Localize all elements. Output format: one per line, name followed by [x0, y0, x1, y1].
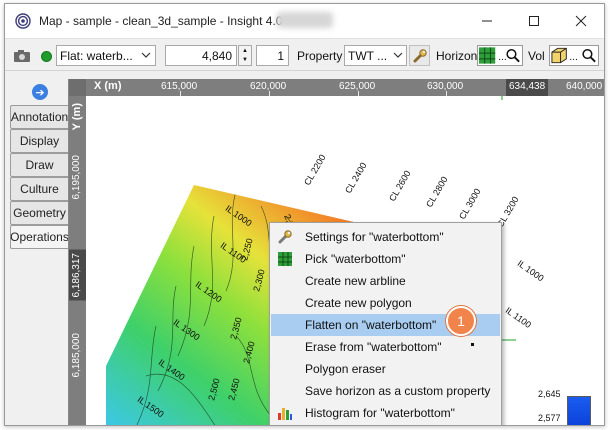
ruler-corner: [69, 79, 86, 96]
tab-annotation[interactable]: Annotation: [10, 105, 68, 129]
property-settings-button[interactable]: [409, 45, 430, 66]
menu-item-label: Flatten on "waterbottom": [305, 318, 437, 332]
crossline-label: CL 2200: [302, 153, 328, 187]
step-number-badge: 1: [446, 306, 476, 336]
property-label: Property: [297, 48, 343, 63]
menu-item-label: Polygon eraser: [305, 362, 386, 376]
inline-label: IL 1000: [516, 258, 546, 283]
close-icon: [575, 15, 587, 27]
y-cursor-readout: 6,186,317: [69, 250, 86, 301]
y-tick-label: 6,185,000: [71, 333, 82, 378]
camera-button[interactable]: [13, 45, 33, 66]
wrench-icon: [413, 48, 427, 62]
step-input[interactable]: 1: [256, 45, 289, 66]
inline-label: IL 1100: [504, 305, 534, 330]
maximize-button[interactable]: [514, 8, 554, 34]
volume-cube-icon: ...: [551, 47, 596, 64]
tab-culture[interactable]: Culture: [10, 177, 68, 201]
x-axis-ruler: X (m) 615,000 620,000 625,000 630,000 63…: [69, 79, 604, 96]
app-logo-icon: [15, 13, 31, 29]
property-dropdown[interactable]: TWT ...: [344, 45, 407, 66]
menu-item-label: Settings for "waterbottom": [305, 230, 444, 244]
chevron-down-icon: [141, 52, 151, 58]
horizon-dropdown-value: Flat: waterb...: [60, 48, 133, 63]
menu-item-polygon-eraser[interactable]: Polygon eraser: [271, 358, 500, 380]
value-input[interactable]: 4,840: [165, 45, 237, 66]
horizon-picker[interactable]: ...: [477, 45, 523, 66]
camera-icon: [14, 49, 30, 62]
tab-operations[interactable]: Operations: [10, 225, 69, 249]
status-indicator: [41, 51, 52, 62]
maximize-icon: [529, 16, 539, 26]
horizon-grid-icon: ...: [478, 47, 520, 64]
menu-item-label: Erase from "waterbottom": [305, 340, 442, 354]
x-tick-mark: [269, 91, 270, 96]
property-dropdown-value: TWT ...: [348, 48, 388, 63]
menu-item-settings[interactable]: Settings for "waterbottom": [271, 226, 500, 248]
menu-item-erase[interactable]: Erase from "waterbottom": [271, 336, 500, 358]
minimize-button[interactable]: [467, 8, 507, 34]
chevron-down-icon: [393, 52, 403, 58]
x-tick-label: 640,000: [566, 81, 603, 92]
x-axis-label: X (m): [94, 80, 122, 92]
menu-item-histogram[interactable]: Histogram for "waterbottom": [271, 402, 500, 424]
volume-picker[interactable]: ...: [549, 45, 599, 66]
x-tick-mark: [446, 91, 447, 96]
crossline-label: CL 3000: [457, 187, 483, 221]
spin-up-icon[interactable]: ▲: [239, 46, 251, 56]
legend-max-label: 2,645: [538, 389, 561, 399]
y-axis-label: Y (m): [71, 103, 83, 131]
step-input-text: 1: [277, 48, 284, 63]
tab-geometry[interactable]: Geometry: [10, 201, 68, 225]
menu-item-label: Save horizon as a custom property: [305, 384, 491, 398]
vol-tool-dots: ...: [569, 51, 578, 63]
menu-item-label: Create new polygon: [305, 296, 412, 310]
x-cursor-readout: 634,438: [506, 79, 549, 96]
vol-label: Vol: [528, 48, 545, 63]
tab-display[interactable]: Display: [10, 129, 68, 153]
histogram-icon: [278, 408, 292, 420]
grid-pick-icon: [278, 252, 292, 266]
value-spinner[interactable]: ▲ ▼: [238, 45, 252, 66]
crossline-label: CL 2600: [387, 169, 413, 203]
menu-item-label: Pick "waterbottom": [305, 252, 406, 266]
mouse-cursor: [471, 343, 474, 346]
crossline-label: CL 2400: [343, 161, 369, 195]
horizon-dropdown[interactable]: Flat: waterb...: [56, 45, 156, 66]
menu-item-save-custom-property[interactable]: Save horizon as a custom property: [271, 380, 500, 402]
menu-item-create-arbline[interactable]: Create new arbline: [271, 270, 500, 292]
minimize-icon: [482, 20, 492, 22]
menu-item-pick[interactable]: Pick "waterbottom": [271, 248, 500, 270]
title-bar: Map - sample - clean_3d_sample - Insight…: [5, 4, 604, 38]
arrow-right-icon[interactable]: ➔: [32, 84, 48, 100]
map-window: Map - sample - clean_3d_sample - Insight…: [4, 3, 605, 426]
horizon-tool-dots: ...: [498, 51, 507, 63]
spin-down-icon[interactable]: ▼: [239, 56, 251, 66]
redacted-title-part: [277, 12, 333, 28]
toolbar: Flat: waterb... 4,840 ▲ ▼ 1 Property TWT…: [5, 38, 604, 71]
x-tick-mark: [358, 91, 359, 96]
y-axis-ruler: Y (m) 6,195,000 6,186,317 6,185,000: [69, 79, 86, 425]
menu-item-label: Histogram for "waterbottom": [305, 406, 455, 420]
side-tab-strip: Annotation Display Draw Culture Geometry…: [10, 105, 69, 249]
tab-draw[interactable]: Draw: [10, 153, 68, 177]
colour-scale-bar: [567, 396, 591, 425]
wrench-icon: [278, 230, 292, 244]
horizon-label: Horizon: [436, 48, 478, 63]
close-button[interactable]: [561, 8, 601, 34]
crossline-label: CL 2800: [424, 175, 450, 209]
value-input-text: 4,840: [201, 48, 232, 63]
x-tick-mark: [180, 91, 181, 96]
window-title: Map - sample - clean_3d_sample - Insight…: [39, 14, 283, 28]
legend-min-label: 2,577: [538, 413, 561, 423]
y-tick-label: 6,195,000: [71, 155, 82, 200]
menu-item-label: Create new arbline: [305, 274, 406, 288]
